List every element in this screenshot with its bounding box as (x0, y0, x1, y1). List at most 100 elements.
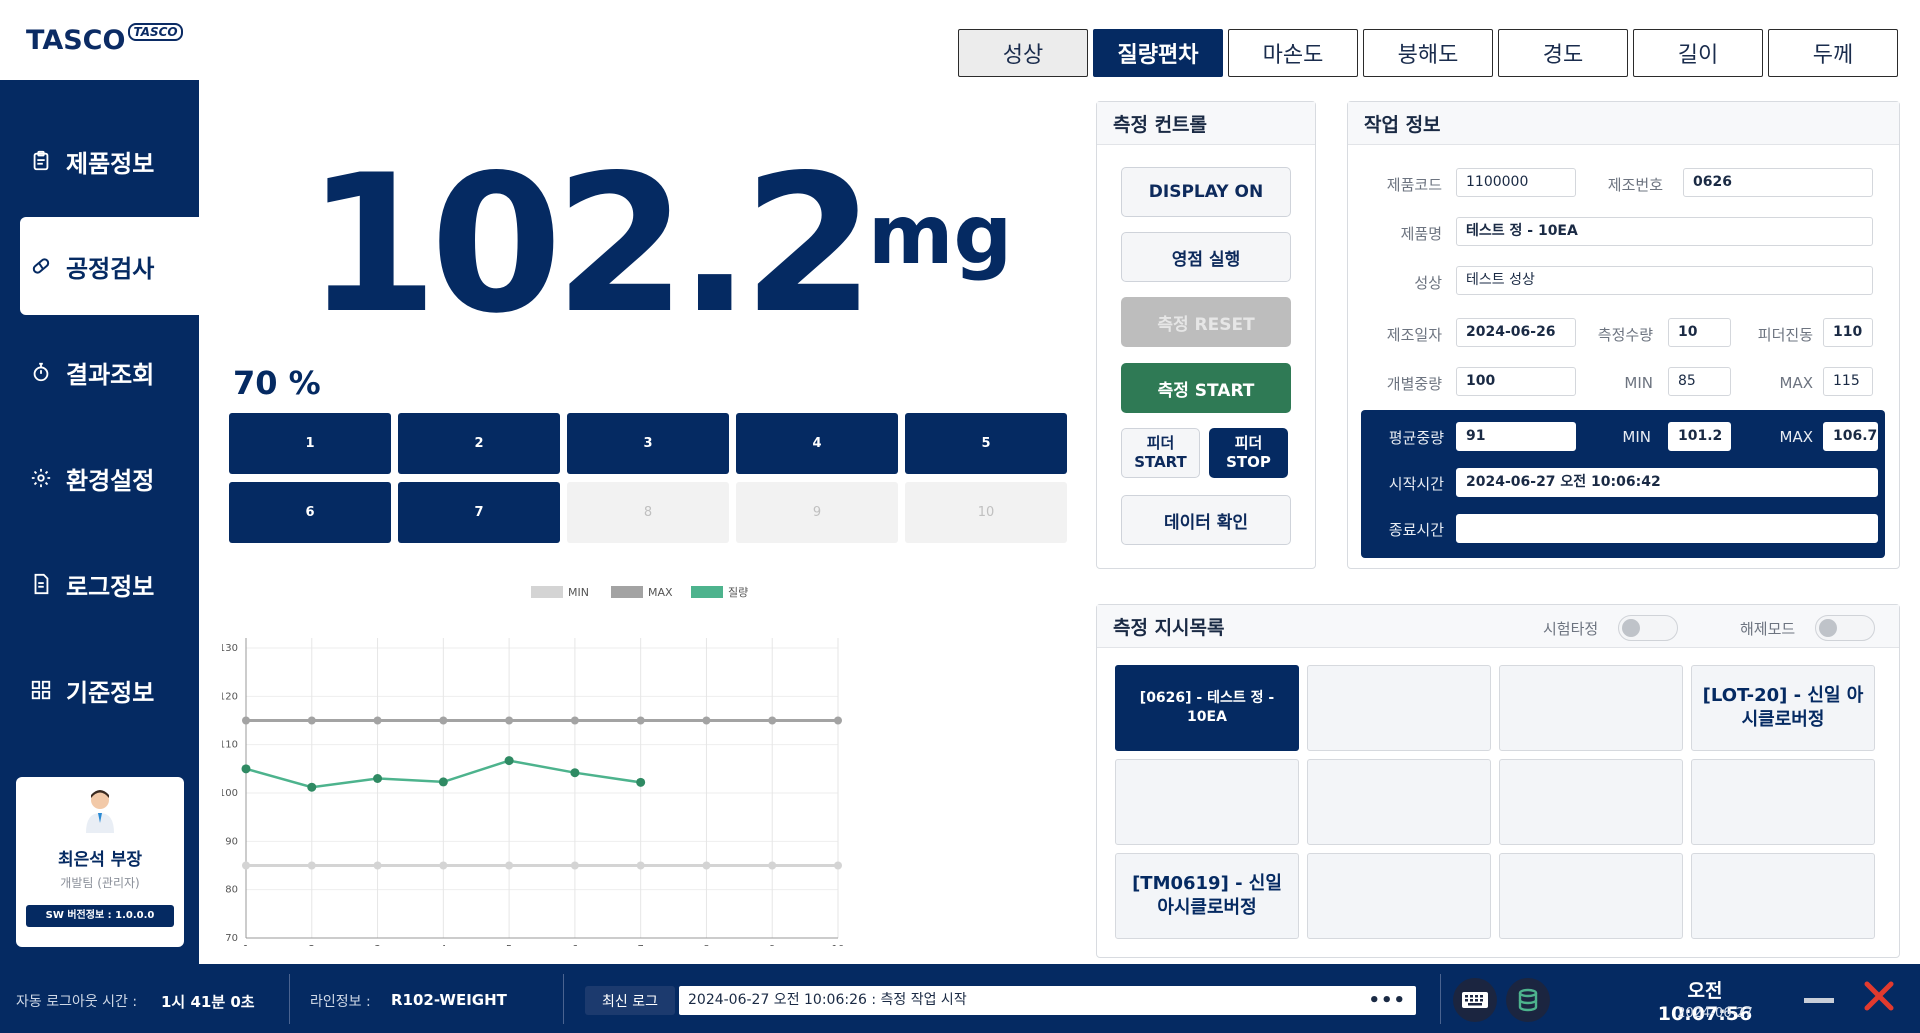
data-point (570, 861, 579, 870)
logo: TASCO TASCO (0, 0, 199, 80)
minimize-button[interactable] (1804, 998, 1834, 1003)
feeder-start-line1: 피더 (1146, 434, 1175, 453)
feeder-vibration-field[interactable]: 110 (1823, 318, 1873, 347)
x-tick-label: 3 (374, 944, 380, 946)
qty-field[interactable]: 10 (1668, 318, 1731, 347)
legend-label: MIN (568, 586, 589, 599)
work-info-panel: 작업 정보 제품코드 1100000 제조번호 0626 제품명 테스트 정 -… (1347, 101, 1900, 569)
sidebar-item-process-inspection[interactable]: 공정검사 (20, 217, 199, 315)
data-point (768, 716, 777, 725)
order-item[interactable] (1499, 759, 1683, 845)
min-field[interactable]: 85 (1668, 367, 1731, 396)
sample-slot: 5 (905, 413, 1067, 474)
data-point (438, 777, 448, 787)
order-item[interactable] (1499, 853, 1683, 939)
sidebar-item-result-view[interactable]: 결과조회 (20, 323, 199, 421)
order-item[interactable] (1691, 759, 1875, 845)
start-button[interactable]: 측정 START (1121, 363, 1291, 413)
feeder-stop-button[interactable]: 피더 STOP (1209, 428, 1288, 478)
min-label: MIN (1624, 374, 1653, 392)
panel-title: 측정 컨트롤 (1097, 102, 1315, 145)
keyboard-icon[interactable] (1453, 978, 1497, 1022)
order-item[interactable] (1691, 853, 1875, 939)
appearance-field[interactable]: 테스트 성상 (1456, 266, 1873, 295)
average-summary: 평균중량 91 MIN 101.2 MAX 106.7 시작시간 2024-06… (1361, 410, 1885, 558)
more-icon[interactable]: ••• (1368, 986, 1406, 1015)
x-tick-label: 10 (832, 944, 845, 946)
order-item[interactable]: [0626] - 테스트 정 - 10EA (1115, 665, 1299, 751)
weight-unit: mg (868, 188, 1013, 283)
data-check-button[interactable]: 데이터 확인 (1121, 495, 1291, 545)
release-mode-toggle[interactable] (1815, 615, 1875, 641)
grid-icon (28, 677, 54, 703)
sidebar-item-product-info[interactable]: 제품정보 (20, 112, 199, 210)
end-time-label: 종료시간 (1388, 521, 1444, 539)
order-item[interactable] (1499, 665, 1683, 751)
data-point (505, 861, 514, 870)
legend-swatch (531, 586, 563, 598)
sidebar-item-log-info[interactable]: 로그정보 (20, 535, 199, 633)
data-point (242, 861, 250, 870)
tab-friability[interactable]: 마손도 (1228, 29, 1358, 77)
unit-weight-field[interactable]: 100 (1456, 367, 1576, 396)
order-item[interactable] (1115, 759, 1299, 845)
tab-appearance[interactable]: 성상 (958, 29, 1088, 77)
product-name-field[interactable]: 테스트 정 - 10EA (1456, 217, 1873, 246)
latest-log-text: 2024-06-27 오전 10:06:26 : 측정 작업 시작 (688, 992, 967, 1008)
sidebar-item-label: 로그정보 (66, 572, 155, 601)
close-icon[interactable] (1862, 979, 1896, 1013)
y-tick-label: 120 (222, 691, 238, 702)
status-bar: 자동 로그아웃 시간 : 1시 41분 0초 라인정보 : R102-WEIGH… (0, 964, 1920, 1033)
data-point (439, 861, 448, 870)
start-time-label: 시작시간 (1388, 475, 1444, 493)
sample-slot: 9 (736, 482, 898, 543)
y-tick-label: 90 (225, 836, 238, 847)
trial-tablet-toggle[interactable] (1618, 615, 1678, 641)
display-on-button[interactable]: DISPLAY ON (1121, 167, 1291, 217)
order-item[interactable] (1307, 853, 1491, 939)
mfg-date-field[interactable]: 2024-06-26 (1456, 318, 1576, 347)
sidebar-item-standard-info[interactable]: 기준정보 (20, 641, 199, 739)
toggle-knob (1622, 619, 1640, 637)
x-tick-label: 7 (637, 944, 643, 946)
sidebar-item-label: 환경설정 (66, 466, 155, 495)
tab-hardness[interactable]: 경도 (1498, 29, 1628, 77)
order-item[interactable] (1307, 665, 1491, 751)
order-list-panel: 측정 지시목록 시험타정 해제모드 [0626] - 테스트 정 - 10EA … (1096, 604, 1900, 958)
database-icon[interactable] (1506, 978, 1550, 1022)
user-dept: 개발팀 (관리자) (60, 876, 140, 890)
order-item[interactable]: [TM0619] - 신일 아시클로버정 (1115, 853, 1299, 939)
sample-slot: 10 (905, 482, 1067, 543)
x-tick-label: 1 (243, 944, 249, 946)
tab-length[interactable]: 길이 (1633, 29, 1763, 77)
sample-slot: 2 (398, 413, 560, 474)
reset-button[interactable]: 측정 RESET (1121, 297, 1291, 347)
product-code-field[interactable]: 1100000 (1456, 168, 1576, 197)
tab-disintegration[interactable]: 붕해도 (1363, 29, 1493, 77)
data-point (373, 774, 383, 783)
trial-tablet-label: 시험타정 (1543, 620, 1599, 638)
weight-value: 102.2 (306, 134, 875, 355)
sample-slot: 4 (736, 413, 898, 474)
order-item[interactable]: [LOT-20] - 신일 아시클로버정 (1691, 665, 1875, 751)
line-info-value: R102-WEIGHT (391, 991, 507, 1009)
feeder-start-button[interactable]: 피더 START (1121, 428, 1200, 478)
order-item[interactable] (1307, 759, 1491, 845)
zero-button[interactable]: 영점 실행 (1121, 232, 1291, 282)
progress-percent: 70 % (233, 364, 321, 402)
avg-min-label: MIN (1622, 428, 1651, 446)
feeder-start-line2: START (1134, 453, 1187, 471)
sidebar-item-label: 기준정보 (66, 678, 155, 707)
tab-weight-variation[interactable]: 질량편차 (1093, 29, 1223, 77)
toggle-knob (1819, 619, 1837, 637)
divider (563, 974, 564, 1024)
y-tick-label: 110 (222, 740, 238, 751)
line-info-label: 라인정보 : (310, 994, 371, 1010)
mfg-no-field[interactable]: 0626 (1683, 168, 1873, 197)
sidebar-item-settings[interactable]: 환경설정 (20, 429, 199, 527)
latest-log-field: 2024-06-27 오전 10:06:26 : 측정 작업 시작 ••• (679, 986, 1416, 1015)
avg-weight-field: 91 (1456, 422, 1576, 451)
data-point (702, 861, 711, 870)
tab-thickness[interactable]: 두께 (1768, 29, 1898, 77)
max-field[interactable]: 115 (1823, 367, 1873, 396)
